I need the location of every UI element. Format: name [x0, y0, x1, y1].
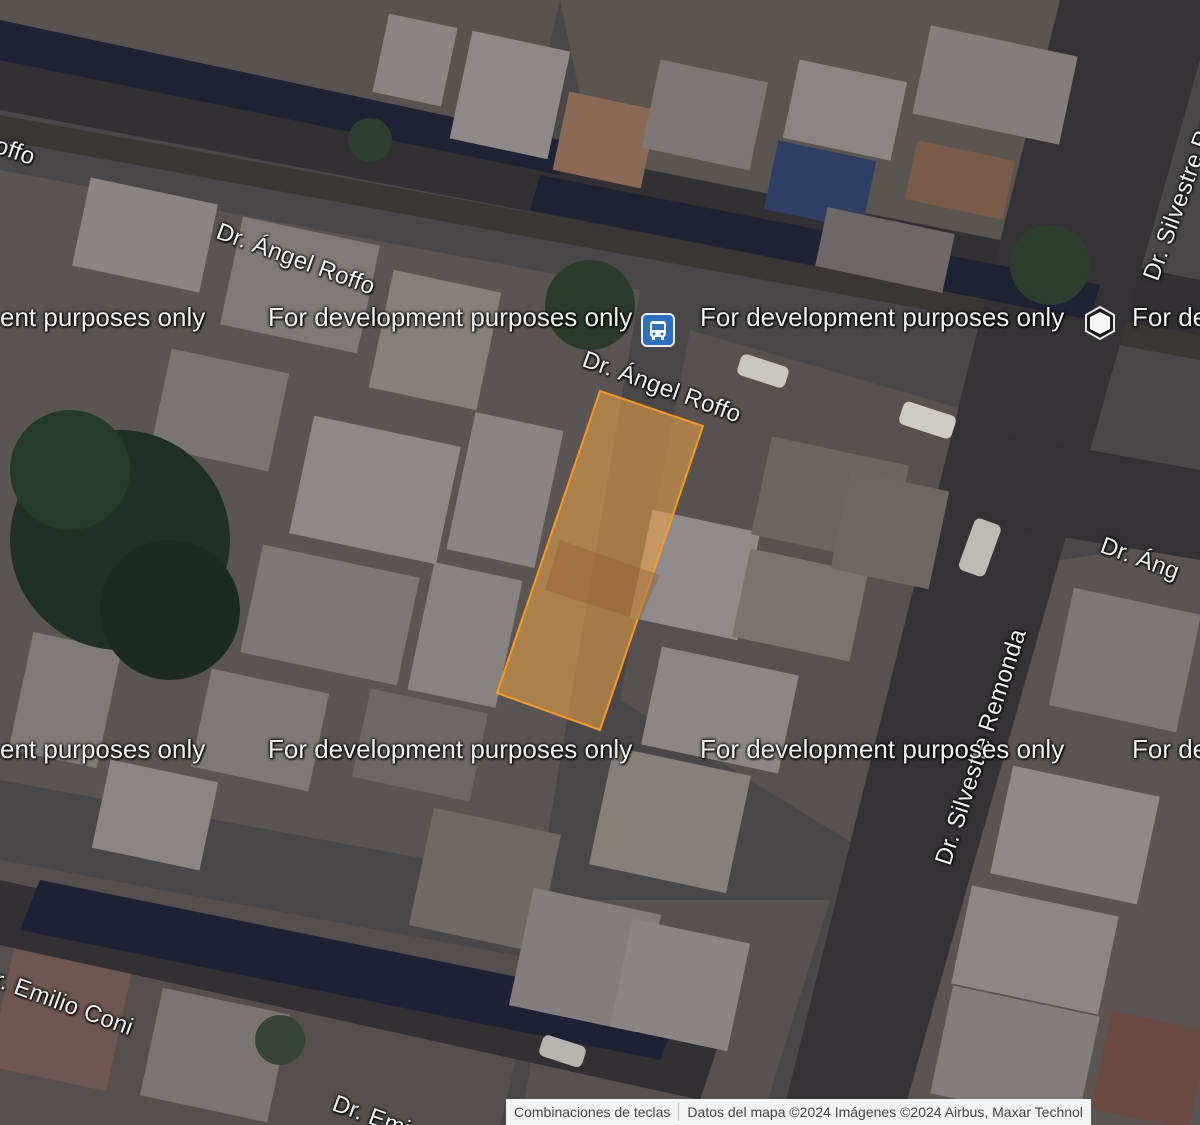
- hexagon-marker-icon[interactable]: [1082, 305, 1118, 341]
- watermark: For de: [1132, 734, 1200, 764]
- watermark: For development purposes only: [268, 302, 633, 332]
- watermark: For development purposes only: [700, 734, 1065, 764]
- watermark: For development purposes only: [700, 302, 1065, 332]
- satellite-imagery: [0, 0, 1200, 1125]
- map-data-attribution[interactable]: Datos del mapa ©2024 Imágenes ©2024 Airb…: [679, 1104, 1091, 1120]
- keyboard-shortcuts-link[interactable]: Combinaciones de teclas: [506, 1104, 678, 1120]
- watermark: For development purposes only: [268, 734, 633, 764]
- watermark: ent purposes only: [0, 734, 206, 764]
- satellite-map[interactable]: offo Dr. Ángel Roffo Dr. Ángel Roffo Dr.…: [0, 0, 1200, 1125]
- map-attribution-bar: Combinaciones de teclas Datos del mapa ©…: [506, 1099, 1091, 1125]
- watermark: For de: [1132, 302, 1200, 332]
- watermark: ent purposes only: [0, 302, 206, 332]
- bus-icon[interactable]: [641, 313, 675, 347]
